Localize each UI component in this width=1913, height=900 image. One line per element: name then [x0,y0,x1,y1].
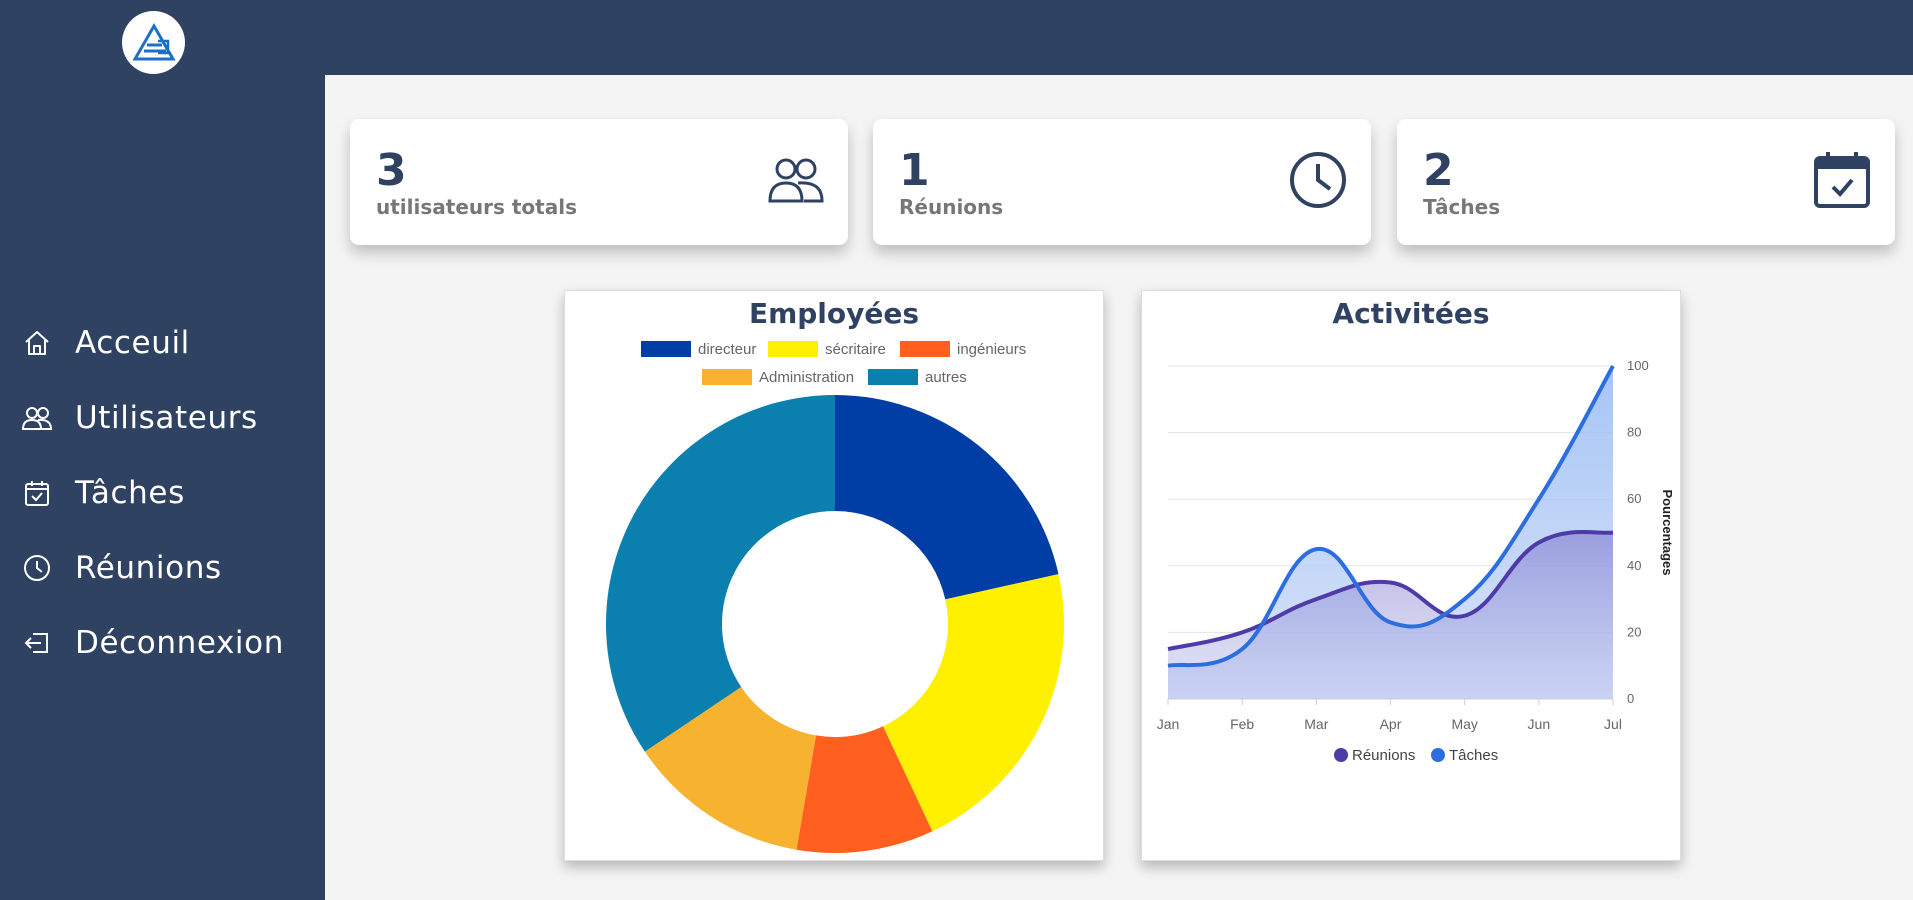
x-tick-label: Apr [1380,716,1402,732]
legend-swatch[interactable] [868,369,918,385]
stat-card-users[interactable]: 3 utilisateurs totals [350,119,848,245]
donut-slice[interactable] [606,395,835,752]
logo-icon [131,22,176,60]
sidebar-nav: Acceuil Utilisateurs Tâches Réunions Déc… [0,305,325,680]
series-area [1168,531,1613,699]
stat-caption: utilisateurs totals [376,195,577,219]
sidebar-item-acceuil[interactable]: Acceuil [0,305,325,380]
y-tick-label: 60 [1627,491,1641,506]
home-icon [21,327,53,359]
y-tick-label: 0 [1627,691,1634,706]
sidebar-item-utilisateurs[interactable]: Utilisateurs [0,380,325,455]
sidebar-item-deconnexion[interactable]: Déconnexion [0,605,325,680]
calendar-check-icon [21,477,53,509]
x-tick-label: May [1451,716,1477,732]
legend-label[interactable]: Administration [759,369,854,386]
legend-label[interactable]: sécritaire [825,341,886,358]
legend-swatch[interactable] [641,341,691,357]
sidebar: Acceuil Utilisateurs Tâches Réunions Déc… [0,0,325,900]
x-tick-label: Jul [1604,716,1622,732]
x-tick-label: Feb [1230,716,1254,732]
y-tick-label: 100 [1627,358,1649,373]
employees-chart-panel: Employées directeur sécritaire ingénieurs A… [564,290,1104,861]
legend-marker[interactable] [1431,748,1445,762]
x-tick-label: Mar [1304,716,1328,732]
stat-card-meetings[interactable]: 1 Réunions [873,119,1371,245]
sidebar-item-reunions[interactable]: Réunions [0,530,325,605]
stat-value: 3 [376,145,407,196]
sidebar-item-taches[interactable]: Tâches [0,455,325,530]
activities-chart-panel: Activitées 0 20 40 60 80 100 Jan Feb Mar Apr May Ju… [1141,290,1681,861]
y-axis-label: Pourcentages [1660,490,1675,576]
stat-caption: Réunions [899,195,1004,219]
stat-value: 1 [899,145,930,196]
employees-donut-chart: directeur sécritaire ingénieurs Administrat… [606,341,1064,853]
x-tick-label: Jun [1528,716,1551,732]
calendar-check-icon [1811,149,1873,211]
clock-icon [21,552,53,584]
y-tick-label: 80 [1627,425,1641,440]
legend-label[interactable]: directeur [698,341,756,358]
legend-label[interactable]: Réunions [1352,747,1415,764]
sidebar-item-label: Utilisateurs [75,399,258,436]
sidebar-item-label: Acceuil [75,324,190,361]
stat-card-tasks[interactable]: 2 Tâches [1397,119,1895,245]
stat-value: 2 [1423,145,1454,196]
legend-swatch[interactable] [768,341,818,357]
sidebar-item-label: Réunions [75,549,222,586]
sidebar-item-label: Tâches [75,474,185,511]
logout-icon [21,627,53,659]
legend-swatch[interactable] [702,369,752,385]
legend-swatch[interactable] [900,341,950,357]
y-tick-label: 20 [1627,624,1641,639]
activities-area-chart: 0 20 40 60 80 100 Jan Feb Mar Apr May Jun Jul Pourcen… [1157,358,1675,764]
legend-marker[interactable] [1334,748,1348,762]
donut-slice[interactable] [835,395,1059,600]
x-tick-label: Jan [1157,716,1180,732]
y-tick-label: 40 [1627,558,1641,573]
legend-label[interactable]: Tâches [1449,747,1498,764]
sidebar-item-label: Déconnexion [75,624,284,661]
legend-label[interactable]: ingénieurs [957,341,1026,358]
legend-label[interactable]: autres [925,369,967,386]
users-icon [21,402,53,434]
app-logo[interactable] [122,11,185,74]
users-icon [764,149,826,211]
stat-caption: Tâches [1423,195,1501,219]
clock-icon [1287,149,1349,211]
